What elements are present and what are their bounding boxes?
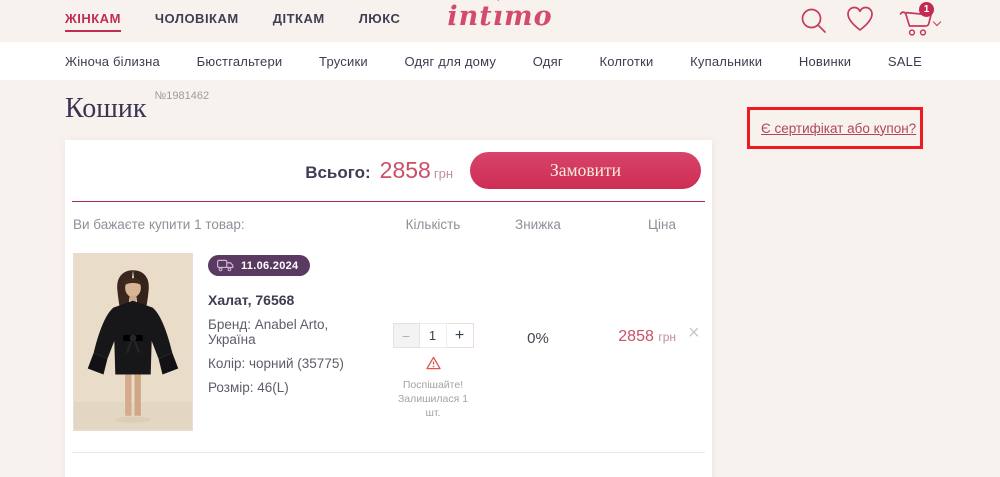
price-value: 2858 [618,328,654,345]
product-name[interactable]: Халат, 76568 [208,292,373,308]
main-content: Кошик №1981462 Є сертифікат або купон? Вс… [0,80,1000,477]
nav-item-men[interactable]: ЧОЛОВІКАМ [155,11,239,32]
subnav-item-homewear[interactable]: Одяг для дому [404,54,496,69]
page-head: Кошик №1981462 [65,90,209,125]
product-color: Колір: чорний (35775) [208,356,344,371]
stock-warning-line3: шт. [425,407,441,419]
subnav-item-swimwear[interactable]: Купальники [690,54,762,69]
logo-heart-icon: ♥ [494,0,504,4]
product-size: Розмір: 46(L) [208,380,289,395]
product-image[interactable] [73,253,193,431]
col-quantity-header: Кількість [405,217,461,232]
subnav-item-panties[interactable]: Трусики [319,54,368,69]
items-caption: Ви бажаєте купити 1 товар: [73,217,245,232]
cart-item-row: 11.06.2024 Халат, 76568 Бренд: Anabel Ar… [65,247,712,452]
cart-card: Всього: 2858 грн Замовити Ви бажаєте купит… [65,140,712,477]
quantity-decrease-button[interactable]: − [392,323,420,348]
logo-text-part1: int [447,1,493,32]
certificate-coupon-link[interactable]: Є сертифікат або купон? [761,121,916,136]
discount-value: 0% [527,330,549,347]
col-price-header: Ціна [648,217,676,232]
subnav-item-tights[interactable]: Колготки [599,54,653,69]
delivery-date: 11.06.2024 [241,259,299,272]
subnav-item-sale[interactable]: SALE [888,54,922,69]
logo-i: ı♥ [493,0,504,32]
total-label: Всього: [305,163,371,182]
cart-table-header: Ви бажаєте купити 1 товар: Кількість Зни… [65,202,712,247]
product-info: 11.06.2024 Халат, 76568 Бренд: Anabel Ar… [208,253,373,452]
top-header: ЖІНКАМ ЧОЛОВІКАМ ДІТКАМ ЛЮКС intı♥mo 1 [0,0,1000,42]
quantity-cell: − + Поспішайте! Залишилася 1 шт. [373,253,493,452]
quantity-stepper: − + [392,323,474,348]
annotation-highlight-box: Є сертифікат або купон? [747,107,923,149]
total-group: Всього: 2858 грн [305,157,453,184]
main-nav: ЖІНКАМ ЧОЛОВІКАМ ДІТКАМ ЛЮКС [65,11,434,32]
stock-warning-line2: Залишилася 1 [397,393,469,405]
nav-item-lux[interactable]: ЛЮКС [359,11,401,32]
nav-item-women[interactable]: ЖІНКАМ [65,11,121,32]
remove-cell: × [688,253,704,452]
stock-warning: Поспішайте! Залишилася 1 шт. [390,356,476,420]
remove-item-button[interactable]: × [688,323,700,343]
cart-number: №1981462 [154,90,210,102]
header-icons: 1 [798,2,942,40]
search-icon[interactable] [798,5,828,38]
truck-icon [217,259,234,272]
product-cell: 11.06.2024 Халат, 76568 Бренд: Anabel Ar… [73,253,373,452]
category-nav: Жіноча білизна Бюстгальтери Трусики Одяг… [0,42,1000,80]
page-title: Кошик [65,93,147,124]
subnav-item-lingerie[interactable]: Жіноча білизна [65,54,160,69]
price-currency: грн [658,330,676,344]
quantity-increase-button[interactable]: + [446,323,474,348]
nav-item-kids[interactable]: ДІТКАМ [273,11,325,32]
discount-cell: 0% [493,253,583,452]
cart-icon[interactable]: 1 [892,2,942,40]
warning-triangle-icon [425,356,441,370]
cart-summary: Всього: 2858 грн Замовити [72,140,705,202]
cart-count-badge: 1 [919,2,934,17]
logo-text-part2: mo [504,1,553,32]
wishlist-heart-icon[interactable] [845,5,875,36]
subnav-item-clothes[interactable]: Одяг [533,54,563,69]
col-discount-header: Знижка [515,217,561,232]
total-value: 2858 [379,157,431,183]
price-cell: 2858 грн [583,253,688,452]
quantity-input[interactable] [419,323,447,348]
product-brand: Бренд: Anabel Arto, Україна [208,317,329,347]
row-divider [72,452,705,453]
subnav-item-bras[interactable]: Бюстгальтери [197,54,283,69]
stock-warning-line1: Поспішайте! [402,379,464,391]
subnav-item-new[interactable]: Новинки [799,54,851,69]
delivery-date-badge: 11.06.2024 [208,255,311,276]
brand-logo[interactable]: intı♥mo [447,0,553,32]
total-currency: грн [433,166,453,181]
order-button[interactable]: Замовити [470,152,701,189]
